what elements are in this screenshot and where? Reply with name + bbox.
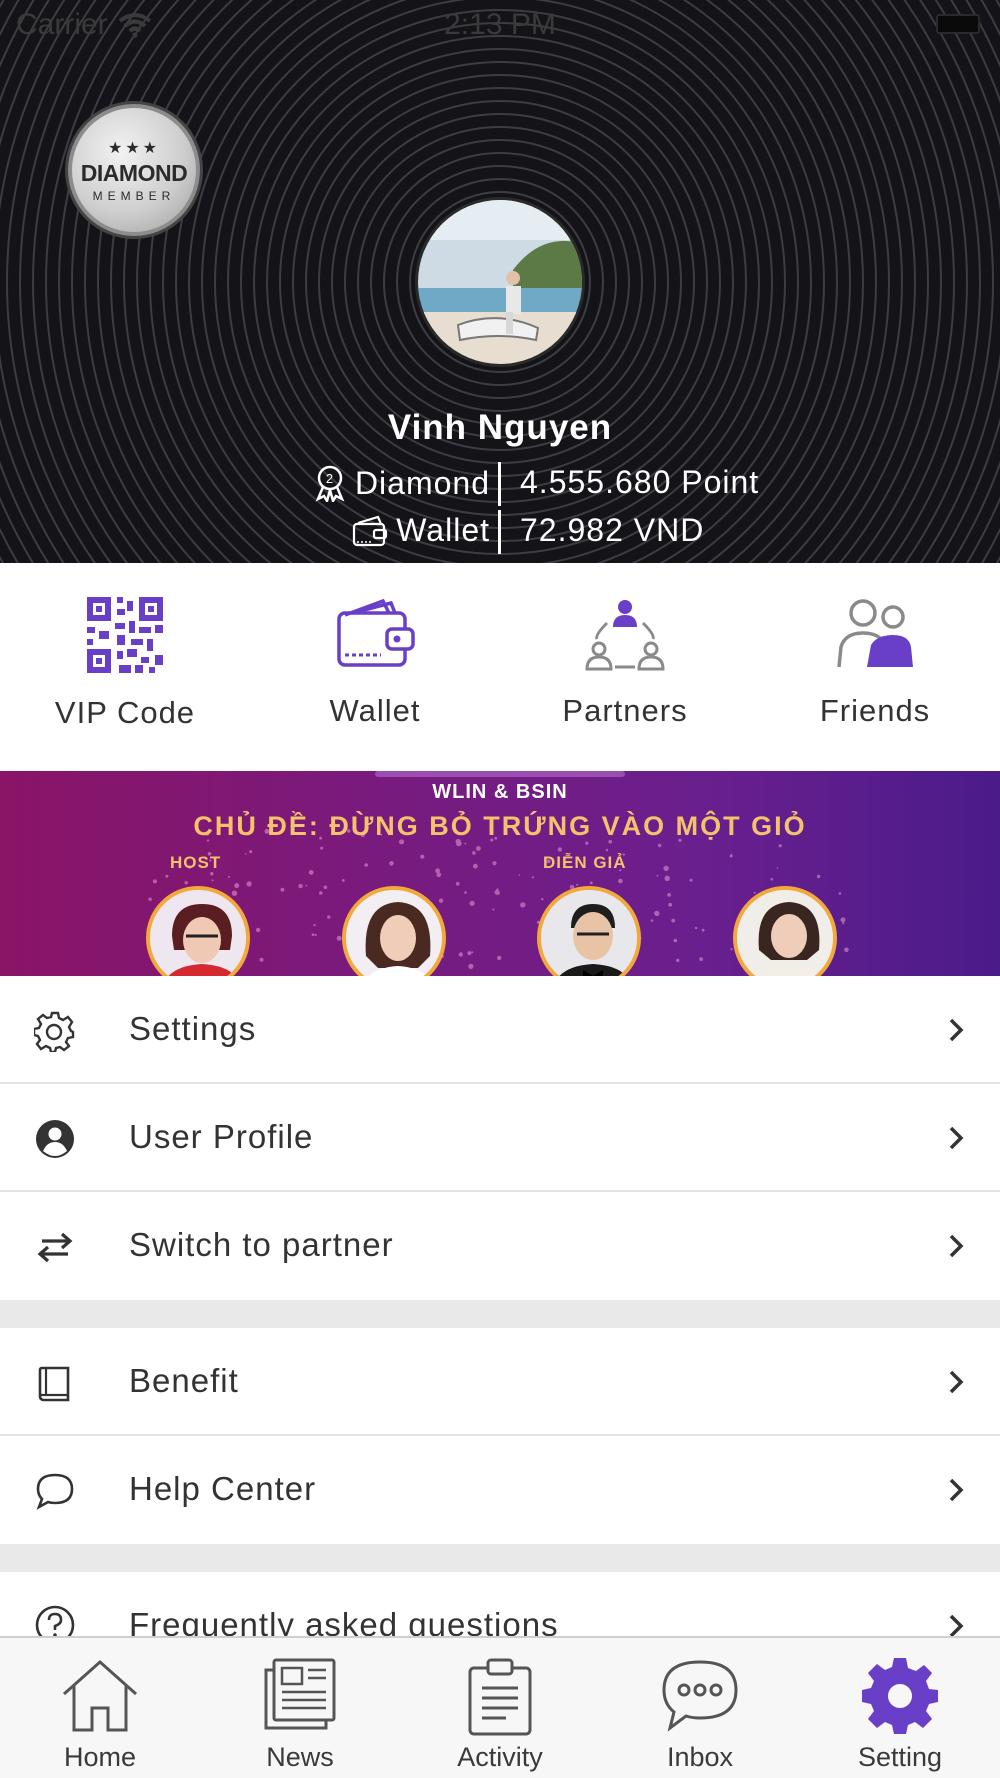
bottom-tab-bar: Home News Activity Inbox Setting — [0, 1636, 1000, 1778]
menu-item-settings[interactable]: Settings — [0, 976, 1000, 1084]
friends-icon — [837, 599, 913, 668]
chat-dots-icon — [662, 1660, 738, 1732]
tab-activity[interactable]: Activity — [400, 1638, 600, 1778]
menu-label: Switch to partner — [129, 1226, 394, 1263]
battery-icon — [936, 14, 980, 34]
gear-icon — [862, 1658, 938, 1734]
tab-label: Inbox — [666, 1742, 734, 1772]
chevron-right-icon — [949, 1234, 964, 1258]
menu-label: Benefit — [129, 1362, 239, 1399]
tab-label: Activity — [457, 1742, 543, 1772]
tab-inbox[interactable]: Inbox — [600, 1638, 800, 1778]
profile-header: Carrier 2:13 PM ★★★ DIAMOND MEMBER Vinh … — [0, 0, 1000, 563]
avatar-image — [418, 200, 582, 364]
quick-actions: VIP Code Wallet Partners Friends — [0, 563, 1000, 771]
banner-title: CHỦ ĐỀ: ĐỪNG BỎ TRỨNG VÀO MỘT GIỎ — [193, 811, 807, 841]
tab-news[interactable]: News — [200, 1638, 400, 1778]
tier-points-row: 2 Diamond 4.555.680 Point — [0, 462, 1000, 506]
news-icon — [264, 1658, 336, 1730]
member-tier: Diamond — [354, 464, 490, 501]
menu-item-user-profile[interactable]: User Profile — [0, 1084, 1000, 1192]
quick-action-partners[interactable]: Partners — [500, 563, 750, 771]
tab-label: Home — [63, 1742, 137, 1772]
quick-action-label: VIP Code — [54, 695, 196, 730]
quick-action-label: Friends — [819, 693, 931, 728]
quick-action-label: Partners — [562, 693, 688, 728]
gear-outline-icon — [34, 1011, 75, 1052]
menu-label: User Profile — [129, 1118, 314, 1155]
diamond-member-badge[interactable]: ★★★ DIAMOND MEMBER — [68, 104, 200, 236]
svg-text:2: 2 — [326, 471, 334, 486]
avatar[interactable] — [415, 197, 585, 367]
quick-action-friends[interactable]: Friends — [750, 563, 1000, 771]
status-bar: Carrier 2:13 PM — [0, 0, 1000, 50]
points-value: 4.555.680 Point — [520, 464, 760, 500]
host-label: HOST — [170, 853, 222, 872]
menu-label: Settings — [129, 1010, 257, 1047]
chat-bubble-icon — [36, 1473, 74, 1510]
wallet-small-icon — [353, 515, 388, 546]
wallet-row[interactable]: Wallet 72.982 VND — [0, 510, 1000, 554]
chevron-right-icon — [949, 1478, 964, 1502]
tab-setting[interactable]: Setting — [800, 1638, 1000, 1778]
home-icon — [63, 1659, 137, 1732]
section-separator — [0, 1300, 1000, 1328]
swap-arrows-icon — [37, 1232, 73, 1263]
divider — [498, 462, 501, 506]
speaker-label: DIỄN GIẢ — [543, 853, 627, 872]
tab-label: Setting — [857, 1742, 943, 1772]
tab-label: News — [266, 1742, 334, 1772]
book-icon — [38, 1366, 70, 1402]
banner-supertitle: WLIN & BSIN — [432, 781, 568, 803]
user-name: Vinh Nguyen — [387, 408, 613, 447]
qr-code-icon — [87, 597, 163, 673]
chevron-right-icon — [949, 1126, 964, 1150]
award-ribbon-icon: 2 — [315, 465, 345, 502]
menu-item-help-center[interactable]: Help Center — [0, 1436, 1000, 1544]
clock: 2:13 PM — [444, 8, 556, 41]
wallet-amount: 72.982 VND — [520, 512, 705, 548]
wallet-label: Wallet — [396, 512, 490, 548]
quick-action-vip-code[interactable]: VIP Code — [0, 563, 250, 771]
menu-item-switch-partner[interactable]: Switch to partner — [0, 1192, 1000, 1300]
user-circle-icon — [36, 1120, 74, 1158]
partners-icon — [585, 600, 665, 671]
quick-action-wallet[interactable]: Wallet — [250, 563, 500, 771]
event-banner[interactable]: WLIN & BSIN CHỦ ĐỀ: ĐỪNG BỎ TRỨNG VÀO MỘ… — [0, 771, 1000, 976]
chevron-right-icon — [949, 1370, 964, 1394]
clipboard-icon — [468, 1658, 532, 1736]
wallet-icon — [337, 598, 415, 667]
menu-item-benefit[interactable]: Benefit — [0, 1328, 1000, 1436]
section-separator — [0, 1544, 1000, 1572]
tab-home[interactable]: Home — [0, 1638, 200, 1778]
menu-label: Help Center — [129, 1470, 317, 1507]
quick-action-label: Wallet — [329, 693, 421, 728]
stars-icon: ★★★ — [107, 139, 161, 157]
chevron-right-icon — [949, 1018, 964, 1042]
divider — [498, 510, 501, 554]
